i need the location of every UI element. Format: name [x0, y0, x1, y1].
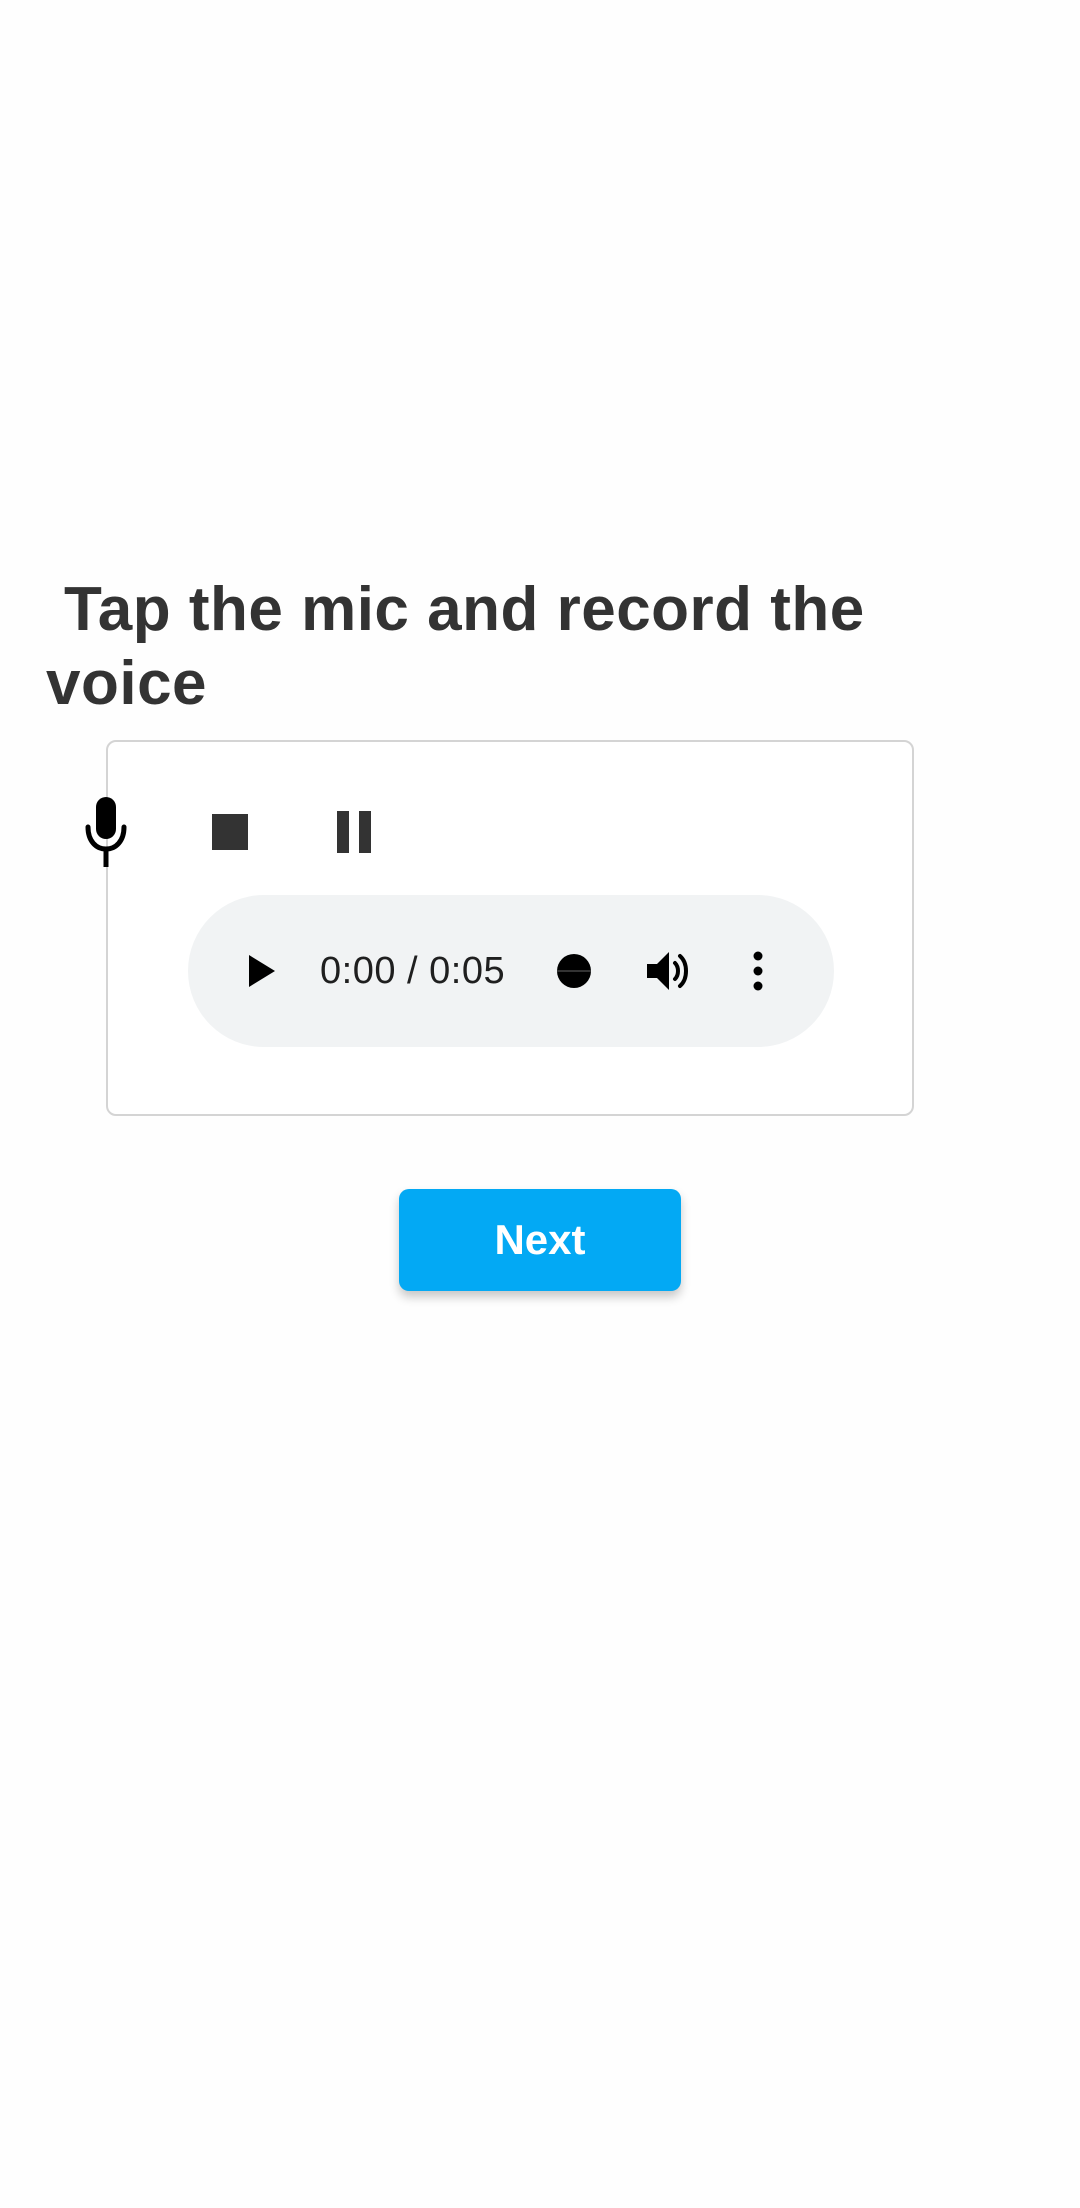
pause-icon: [337, 811, 371, 853]
stop-button[interactable]: [200, 802, 260, 862]
stop-icon: [212, 814, 248, 850]
scrubber-thumb-icon: [557, 954, 591, 988]
next-button[interactable]: Next: [399, 1189, 681, 1291]
volume-icon: [647, 952, 688, 990]
time-display: 0:00 / 0:05: [320, 950, 506, 992]
more-vert-icon: [753, 951, 763, 991]
audio-player: 0:00 / 0:05: [188, 895, 834, 1047]
play-icon: [249, 955, 275, 987]
more-options-button[interactable]: [732, 941, 784, 1001]
pause-button[interactable]: [324, 802, 384, 862]
mic-icon: [85, 797, 127, 867]
page-title: Tap the mic and record the voice: [46, 575, 865, 718]
volume-button[interactable]: [640, 941, 700, 1001]
play-button[interactable]: [232, 941, 292, 1001]
progress-scrubber[interactable]: [548, 945, 600, 997]
mic-button[interactable]: [76, 796, 136, 868]
